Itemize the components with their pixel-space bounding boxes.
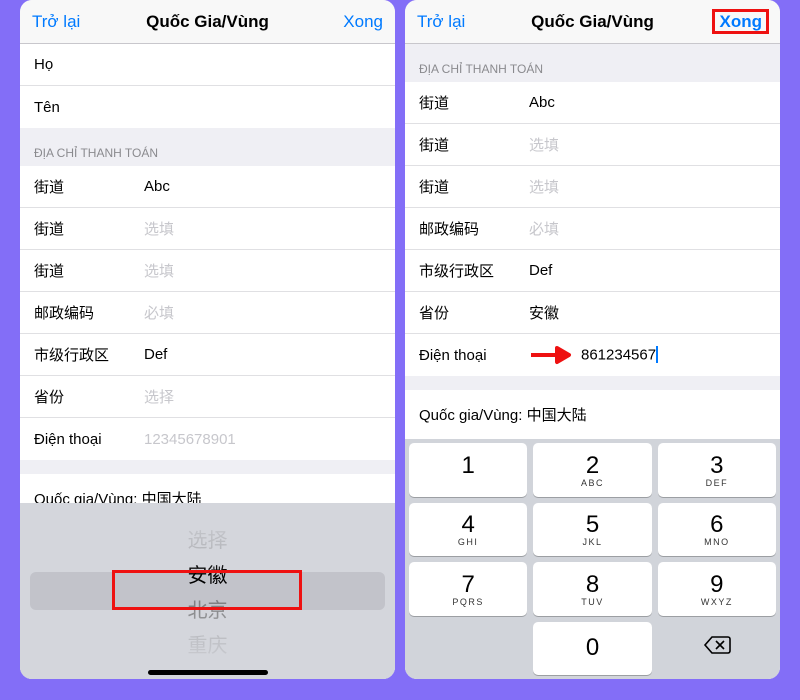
key-4[interactable]: 4GHI: [409, 503, 527, 557]
navbar: Trở lại Quốc Gia/Vùng Xong: [20, 0, 395, 44]
row-city[interactable]: 市级行政区Def: [20, 334, 395, 376]
row-street2[interactable]: 街道选填: [405, 124, 780, 166]
annotation-arrow-icon: [529, 345, 575, 365]
nav-done[interactable]: Xong: [708, 12, 768, 32]
row-street3[interactable]: 街道选填: [20, 250, 395, 292]
province-picker[interactable]: 选择 安徽 北京 重庆: [20, 503, 395, 679]
section-billing: ĐỊA CHỈ THANH TOÁN: [20, 128, 395, 166]
key-9[interactable]: 9WXYZ: [658, 562, 776, 616]
row-street3[interactable]: 街道选填: [405, 166, 780, 208]
key-backspace[interactable]: [658, 622, 776, 676]
section-billing: ĐỊA CHỈ THANH TOÁN: [405, 44, 780, 82]
key-5[interactable]: 5JKL: [533, 503, 651, 557]
row-street1[interactable]: 街道Abc: [20, 166, 395, 208]
annotation-red-box: [112, 570, 302, 610]
row-phone[interactable]: Điện thoại12345678901: [20, 418, 395, 460]
row-province[interactable]: 省份选择: [20, 376, 395, 418]
numeric-keypad: 1 2ABC 3DEF 4GHI 5JKL 6MNO 7PQRS 8TUV 9W…: [405, 439, 780, 679]
row-street1[interactable]: 街道Abc: [405, 82, 780, 124]
nav-back[interactable]: Trở lại: [417, 12, 477, 32]
row-street2[interactable]: 街道选填: [20, 208, 395, 250]
row-lastname[interactable]: Họ: [20, 44, 395, 86]
nav-title: Quốc Gia/Vùng: [146, 12, 269, 32]
row-province[interactable]: 省份安徽: [405, 292, 780, 334]
key-6[interactable]: 6MNO: [658, 503, 776, 557]
row-city[interactable]: 市级行政区Def: [405, 250, 780, 292]
key-2[interactable]: 2ABC: [533, 443, 651, 497]
row-firstname[interactable]: Tên: [20, 86, 395, 128]
phone-left: Trở lại Quốc Gia/Vùng Xong Họ Tên ĐỊA CH…: [20, 0, 395, 679]
backspace-icon: [703, 635, 731, 661]
key-8[interactable]: 8TUV: [533, 562, 651, 616]
nav-title: Quốc Gia/Vùng: [531, 12, 654, 32]
nav-done[interactable]: Xong: [323, 12, 383, 32]
text-cursor: [656, 346, 658, 363]
row-postal[interactable]: 邮政编码必填: [20, 292, 395, 334]
home-indicator[interactable]: [148, 670, 268, 675]
row-postal[interactable]: 邮政编码必填: [405, 208, 780, 250]
phone-right: Trở lại Quốc Gia/Vùng Xong ĐỊA CHỈ THANH…: [405, 0, 780, 679]
key-3[interactable]: 3DEF: [658, 443, 776, 497]
row-phone[interactable]: Điện thoại 861234567: [405, 334, 780, 376]
picker-item[interactable]: 选择: [188, 524, 228, 553]
navbar: Trở lại Quốc Gia/Vùng Xong: [405, 0, 780, 44]
key-0[interactable]: 0: [533, 622, 651, 676]
key-7[interactable]: 7PQRS: [409, 562, 527, 616]
key-blank: [409, 622, 527, 676]
nav-back[interactable]: Trở lại: [32, 12, 92, 32]
picker-item[interactable]: 重庆: [188, 629, 228, 658]
key-1[interactable]: 1: [409, 443, 527, 497]
country-line[interactable]: Quốc gia/Vùng: 中国大陆: [405, 390, 780, 439]
